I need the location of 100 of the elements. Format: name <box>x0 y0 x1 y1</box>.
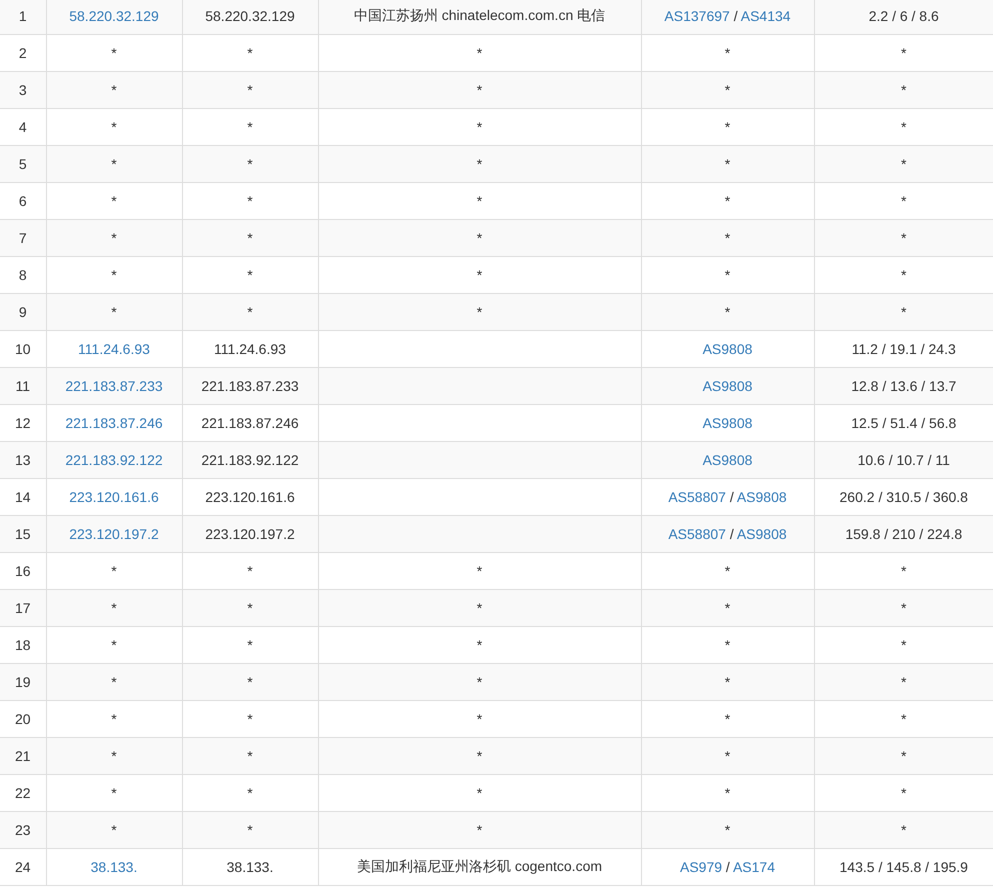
asn-link[interactable]: AS174 <box>732 859 775 875</box>
hop-number: 17 <box>14 600 31 616</box>
rtt-text: * <box>901 156 906 172</box>
location-text: * <box>476 785 482 801</box>
ip-text: * <box>111 563 117 579</box>
host-text: * <box>247 711 253 727</box>
host-text: * <box>247 748 253 764</box>
host-text: * <box>247 45 253 61</box>
ip-text: * <box>111 82 117 98</box>
hop-number: 18 <box>14 637 31 653</box>
hop-number: 23 <box>14 822 31 838</box>
asn-separator-text: * <box>724 711 730 727</box>
location-text: * <box>476 822 482 838</box>
asn-separator-text: * <box>724 193 730 209</box>
hop-number: 24 <box>14 859 31 875</box>
rtt-text: * <box>901 119 906 135</box>
ip-text: * <box>111 156 117 172</box>
rtt-text: * <box>901 748 906 764</box>
location-text: * <box>476 563 482 579</box>
host-text: 221.183.92.122 <box>201 452 299 468</box>
location-text: * <box>476 230 482 246</box>
asn-link[interactable]: AS4134 <box>740 8 791 24</box>
location-text: * <box>476 45 482 61</box>
rtt-text: 2.2 / 6 / 8.6 <box>868 8 939 24</box>
asn-separator-text: * <box>724 563 730 579</box>
hop-number: 4 <box>18 119 27 135</box>
asn-separator-text: * <box>724 600 730 616</box>
hop-number: 10 <box>14 341 31 357</box>
rtt-text: * <box>901 304 906 320</box>
location-text: * <box>476 193 482 209</box>
asn-link[interactable]: AS9808 <box>702 341 752 357</box>
asn-separator-text: * <box>724 267 730 283</box>
asn-link[interactable]: AS9808 <box>736 489 787 505</box>
host-text: * <box>247 156 253 172</box>
ip-text: * <box>111 674 117 690</box>
location-text: * <box>476 304 482 320</box>
asn-separator-text: * <box>724 304 730 320</box>
asn-link[interactable]: AS58807 <box>668 526 726 542</box>
rtt-text: 260.2 / 310.5 / 360.8 <box>840 489 968 505</box>
asn-separator-text: * <box>724 156 730 172</box>
asn-link[interactable]: AS58807 <box>668 489 726 505</box>
rtt-text: 143.5 / 145.8 / 195.9 <box>840 859 968 875</box>
rtt-text: * <box>901 785 906 801</box>
asn-link[interactable]: AS979 <box>680 859 722 875</box>
rtt-text: 12.8 / 13.6 / 13.7 <box>851 378 956 394</box>
location-text: * <box>476 711 482 727</box>
asn-separator-text: * <box>724 230 730 246</box>
asn-link[interactable]: AS9808 <box>736 526 787 542</box>
location-text: * <box>476 674 482 690</box>
hop-number: 6 <box>18 193 27 209</box>
location-text: * <box>476 267 482 283</box>
asn-link[interactable]: AS9808 <box>702 452 752 468</box>
host-text: 38.133. <box>226 859 274 875</box>
ip-text: * <box>111 267 117 283</box>
asn-separator-text: * <box>724 119 730 135</box>
host-text: 223.120.197.2 <box>205 526 295 542</box>
location-text: * <box>476 82 482 98</box>
rtt-text: * <box>901 267 906 283</box>
ip-link[interactable]: 38.133. <box>90 859 138 875</box>
host-text: * <box>247 304 253 320</box>
ip-text: * <box>111 304 117 320</box>
ip-text: * <box>111 230 117 246</box>
ip-text: * <box>111 193 117 209</box>
asn-separator-text: / <box>724 859 731 875</box>
asn-link[interactable]: AS9808 <box>702 378 752 394</box>
asn-link[interactable]: AS9808 <box>702 415 752 431</box>
hop-number: 19 <box>14 674 31 690</box>
asn-separator-text: * <box>724 82 730 98</box>
asn-link[interactable]: AS137697 <box>664 8 730 24</box>
rtt-text: * <box>901 711 906 727</box>
location-text: * <box>476 637 482 653</box>
hop-number: 20 <box>14 711 31 727</box>
rtt-text: * <box>901 563 906 579</box>
ip-text: * <box>111 711 117 727</box>
hop-number: 9 <box>18 304 27 320</box>
rtt-text: 12.5 / 51.4 / 56.8 <box>851 415 956 431</box>
hop-number: 5 <box>18 156 27 172</box>
host-text: * <box>247 267 253 283</box>
location-text: * <box>476 119 482 135</box>
asn-separator-text: * <box>724 45 730 61</box>
rtt-text: * <box>901 637 906 653</box>
rtt-text: * <box>901 45 906 61</box>
host-text: * <box>247 193 253 209</box>
host-text: 58.220.32.129 <box>205 8 295 24</box>
hop-number: 14 <box>14 489 31 505</box>
rtt-text: 11.2 / 19.1 / 24.3 <box>852 341 956 357</box>
hop-number: 21 <box>14 748 31 764</box>
hop-number: 13 <box>14 452 31 468</box>
host-text: * <box>247 637 253 653</box>
hop-number: 16 <box>14 563 31 579</box>
host-text: * <box>247 563 253 579</box>
location-text: * <box>476 156 482 172</box>
location-text: * <box>476 600 482 616</box>
ip-text: * <box>111 600 117 616</box>
asn-separator-text: * <box>724 785 730 801</box>
host-text: 221.183.87.233 <box>201 378 299 394</box>
location-text: 中国江苏扬州 chinatelecom.com.cn 电信 <box>354 7 606 23</box>
asn-separator-text: / <box>728 489 735 505</box>
ip-text: * <box>111 785 117 801</box>
ip-text: * <box>111 45 117 61</box>
